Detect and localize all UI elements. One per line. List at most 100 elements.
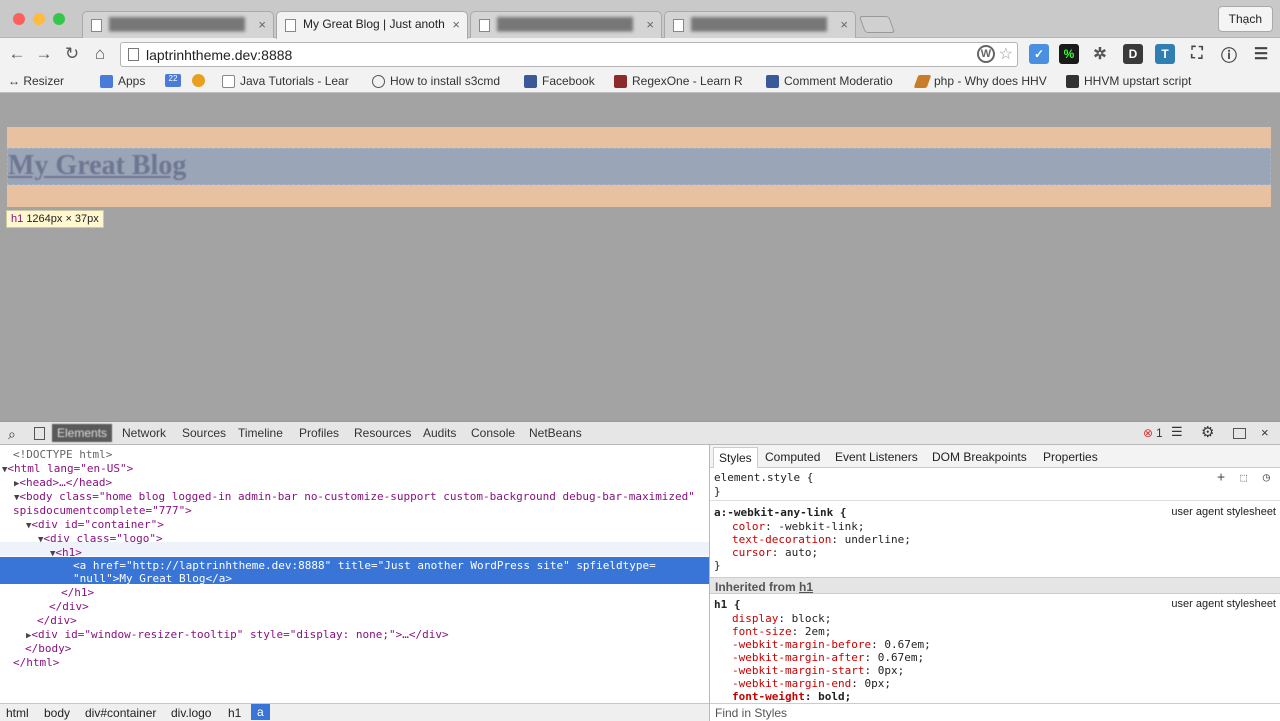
- bookmark-item[interactable]: RegexOne - Learn R: [614, 74, 743, 88]
- tab-dom-breakpoints[interactable]: DOM Breakpoints: [932, 450, 1027, 464]
- css-property[interactable]: -webkit-margin-end: 0px;: [732, 677, 891, 690]
- new-tab-button[interactable]: [858, 16, 896, 33]
- dom-line[interactable]: ▶<head>…</head>: [14, 476, 112, 490]
- bookmark-item[interactable]: ↔ Resizer: [8, 74, 64, 88]
- css-property[interactable]: -webkit-margin-after: 0.67em;: [732, 651, 924, 664]
- css-property[interactable]: color: -webkit-link;: [732, 520, 864, 533]
- tab-properties[interactable]: Properties: [1043, 450, 1098, 464]
- breadcrumb-item[interactable]: html: [6, 706, 29, 720]
- dom-line[interactable]: ▶<div id="window-resizer-tooltip" style=…: [26, 628, 449, 642]
- menu-icon[interactable]: ☰: [1251, 44, 1271, 64]
- dom-line[interactable]: </body>: [25, 642, 71, 656]
- browser-tab[interactable]: ████████████████ ×: [82, 11, 274, 38]
- address-bar[interactable]: laptrinhtheme.dev:8888 W ☆: [120, 42, 1018, 67]
- dom-line[interactable]: </div>: [49, 600, 89, 614]
- breadcrumb-item[interactable]: h1: [228, 706, 241, 720]
- console-drawer-icon[interactable]: ☰: [1171, 424, 1183, 440]
- t-extension-icon[interactable]: T: [1155, 44, 1175, 64]
- bookmark-item[interactable]: HHVM upstart script: [1066, 74, 1191, 88]
- css-property[interactable]: text-decoration: underline;: [732, 533, 911, 546]
- breadcrumb-item-selected[interactable]: a: [251, 704, 270, 720]
- rule-selector[interactable]: a:-webkit-any-link {: [714, 506, 846, 519]
- wordpress-icon[interactable]: W: [977, 45, 995, 63]
- bookmark-item[interactable]: Comment Moderatio: [766, 74, 893, 88]
- tab-styles[interactable]: Styles: [713, 447, 758, 468]
- bookmark-item[interactable]: Java Tutorials - Lear: [222, 74, 349, 88]
- tab-computed[interactable]: Computed: [765, 450, 820, 464]
- selected-dom-node[interactable]: <a href="http://laptrinhtheme.dev:8888" …: [0, 557, 709, 585]
- tab-event-listeners[interactable]: Event Listeners: [835, 450, 918, 464]
- breadcrumb-item[interactable]: body: [44, 706, 70, 720]
- dom-line[interactable]: spisdocumentcomplete="777">: [13, 504, 192, 518]
- tab-profiles[interactable]: Profiles: [299, 426, 339, 440]
- bookmark-item[interactable]: Apps: [100, 74, 145, 88]
- bookmark-star-icon[interactable]: ☆: [999, 44, 1013, 64]
- error-icon[interactable]: ⊗: [1143, 426, 1153, 440]
- close-tab-icon[interactable]: ×: [840, 17, 848, 32]
- dock-icon[interactable]: [1233, 428, 1246, 439]
- home-icon[interactable]: ⌂: [89, 43, 111, 65]
- dom-line[interactable]: ▼<div id="container">: [26, 518, 164, 532]
- elements-tree[interactable]: <!DOCTYPE html> ▼<html lang="en-US"> ▶<h…: [0, 445, 709, 703]
- inherited-tag-link[interactable]: h1: [799, 580, 813, 594]
- css-property[interactable]: cursor: auto;: [732, 546, 818, 559]
- info-icon[interactable]: ⓘ: [1219, 44, 1239, 65]
- tab-audits[interactable]: Audits: [423, 426, 456, 440]
- site-title-link[interactable]: My Great Blog: [8, 150, 186, 182]
- forward-icon[interactable]: →: [33, 43, 55, 65]
- dom-line[interactable]: <!DOCTYPE html>: [13, 448, 112, 462]
- search-icon[interactable]: ⌕: [8, 426, 16, 443]
- tab-resources[interactable]: Resources: [354, 426, 411, 440]
- element-style-rule[interactable]: element.style {: [714, 471, 813, 484]
- bookmark-item[interactable]: How to install s3cmd: [372, 74, 500, 88]
- d-extension-icon[interactable]: D: [1123, 44, 1143, 64]
- dom-line[interactable]: ▼<div class="logo">: [38, 532, 163, 546]
- bookmark-item[interactable]: Facebook: [524, 74, 595, 88]
- bookmark-item[interactable]: php - Why does HHV: [913, 74, 1047, 88]
- close-tab-icon[interactable]: ×: [452, 17, 460, 32]
- tab-timeline[interactable]: Timeline: [238, 426, 283, 440]
- tab-console[interactable]: Console: [471, 426, 515, 440]
- browser-tab-active[interactable]: My Great Blog | Just anoth ×: [276, 11, 468, 39]
- browser-tab[interactable]: ████████████████ ×: [470, 11, 662, 38]
- dom-line[interactable]: </h1>: [61, 586, 94, 600]
- css-property[interactable]: -webkit-margin-start: 0px;: [732, 664, 904, 677]
- bookmark-item[interactable]: 22: [165, 74, 181, 87]
- resize-icon[interactable]: ⛶: [1187, 44, 1207, 64]
- tab-elements[interactable]: Elements: [52, 424, 113, 442]
- dom-line[interactable]: </div>: [37, 614, 77, 628]
- bookmark-item[interactable]: [192, 74, 205, 87]
- rule-selector[interactable]: h1 {: [714, 598, 741, 611]
- device-mode-icon[interactable]: [34, 427, 45, 440]
- minimize-window-button[interactable]: [33, 13, 45, 25]
- breadcrumb-item[interactable]: div.logo: [171, 706, 211, 720]
- zoom-window-button[interactable]: [53, 13, 65, 25]
- browser-tab[interactable]: ████████████████ ×: [664, 11, 856, 38]
- css-property[interactable]: display: block;: [732, 612, 831, 625]
- gear-extension-icon[interactable]: ✲: [1090, 44, 1110, 64]
- toggle-state-icon[interactable]: ⬚: [1240, 471, 1247, 484]
- color-format-icon[interactable]: ◷: [1263, 470, 1270, 484]
- tab-netbeans[interactable]: NetBeans: [529, 426, 582, 440]
- close-tab-icon[interactable]: ×: [646, 17, 654, 32]
- tab-sources[interactable]: Sources: [182, 426, 226, 440]
- back-icon[interactable]: ←: [6, 43, 28, 65]
- css-property[interactable]: font-size: 2em;: [732, 625, 831, 638]
- find-in-styles-input[interactable]: Find in Styles: [710, 703, 1280, 721]
- checkmark-extension-icon[interactable]: ✓: [1029, 44, 1049, 64]
- dom-line[interactable]: ▼<body class="home blog logged-in admin-…: [14, 490, 695, 504]
- reload-icon[interactable]: ↻: [61, 43, 83, 65]
- percent-extension-icon[interactable]: %: [1059, 44, 1079, 64]
- css-property[interactable]: -webkit-margin-before: 0.67em;: [732, 638, 931, 651]
- error-count[interactable]: 1: [1156, 426, 1163, 440]
- settings-gear-icon[interactable]: ⚙: [1201, 423, 1214, 441]
- css-property[interactable]: font-weight: bold;: [732, 690, 851, 703]
- close-window-button[interactable]: [13, 13, 25, 25]
- close-devtools-icon[interactable]: ×: [1261, 425, 1269, 440]
- profile-button[interactable]: Thạch: [1217, 6, 1273, 32]
- close-tab-icon[interactable]: ×: [258, 17, 266, 32]
- dom-line[interactable]: </html>: [13, 656, 59, 670]
- breadcrumb-item[interactable]: div#container: [85, 706, 156, 720]
- dom-line[interactable]: ▼<html lang="en-US">: [2, 462, 133, 476]
- add-rule-icon[interactable]: +: [1217, 470, 1225, 485]
